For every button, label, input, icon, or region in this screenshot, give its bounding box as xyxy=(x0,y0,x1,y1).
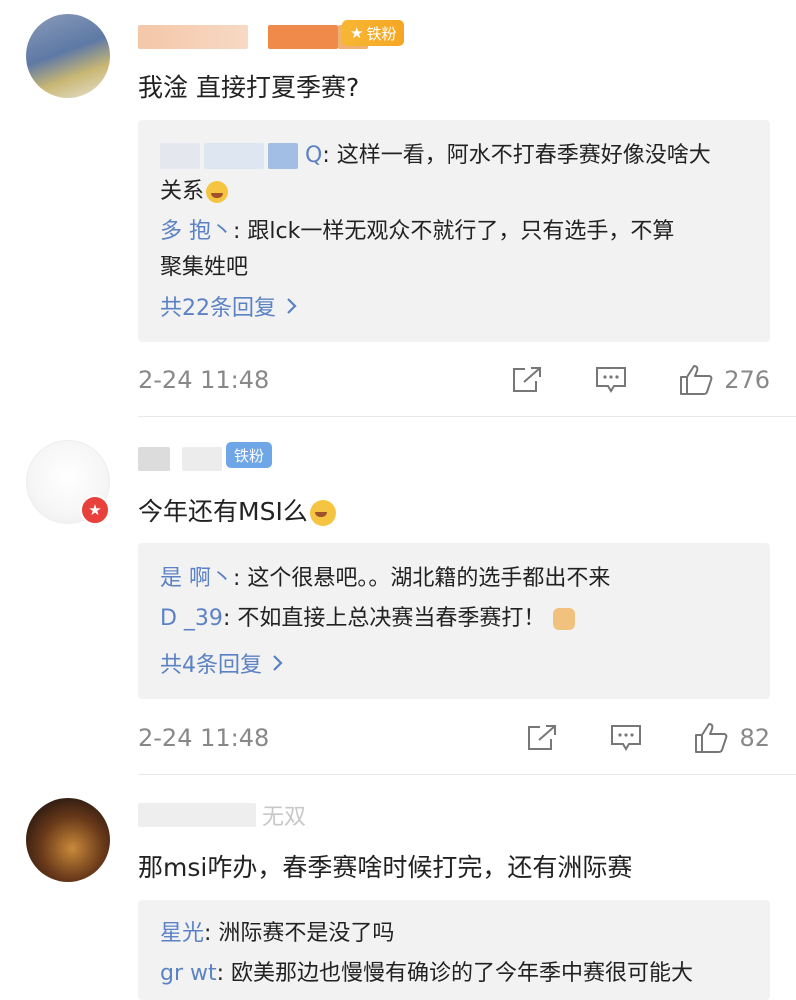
reply-text: 聚集姓吧 xyxy=(160,255,249,280)
avatar[interactable] xyxy=(26,798,110,882)
fan-badge[interactable]: ★ 铁粉 xyxy=(342,20,405,46)
timestamp: 2-24 11:48 xyxy=(138,366,270,394)
username-blur xyxy=(268,25,338,49)
fan-icon: ★ xyxy=(350,24,364,42)
timestamp: 2-24 11:48 xyxy=(138,724,270,752)
laugh-emoji-icon xyxy=(309,500,336,526)
reply-item[interactable]: Q: 这样一看，阿水不打春季赛好像没啥大 关系 xyxy=(160,138,756,210)
username[interactable] xyxy=(138,446,222,472)
chevron-right-icon xyxy=(286,297,298,315)
more-replies-link[interactable]: 共4条回复 xyxy=(160,647,284,679)
reply-text: : 欧美那边也慢慢有确诊的了今年季中赛很可能大 xyxy=(216,961,694,986)
reply-item[interactable]: D _39: 不如直接上总决赛当春季赛打！ xyxy=(160,601,756,637)
reply-text: 关系 xyxy=(160,179,205,204)
reply-username[interactable]: Q xyxy=(305,143,322,168)
comment-icon[interactable] xyxy=(594,365,628,395)
reply-item[interactable]: 多 抱丶: 跟lck一样无观众不就行了，只有选手，不算 聚集姓吧 xyxy=(160,214,756,286)
reply-item[interactable]: 星光: 洲际赛不是没了吗 xyxy=(160,916,756,952)
comment-actions: 82 xyxy=(525,720,770,756)
thumbs-up-icon[interactable] xyxy=(693,721,729,755)
reply-box[interactable]: 星光: 洲际赛不是没了吗 gr wt: 欧美那边也慢慢有确诊的了今年季中赛很可能… xyxy=(138,900,770,1000)
comment-text: 今年还有MSI么 xyxy=(138,492,336,528)
reply-box[interactable]: Q: 这样一看，阿水不打春季赛好像没啥大 关系 多 抱丶: 跟lck一样无观众不… xyxy=(138,120,770,342)
fan-badge[interactable]: 铁粉 xyxy=(226,442,273,468)
reply-username[interactable]: 多 抱丶 xyxy=(160,219,233,244)
username-blur xyxy=(138,447,170,471)
comment-meta: 2-24 11:48 276 xyxy=(138,362,770,398)
like-count: 276 xyxy=(724,366,770,394)
reply-username[interactable]: gr wt xyxy=(160,961,217,986)
like-count: 82 xyxy=(739,724,770,752)
laugh-emoji-icon xyxy=(206,181,229,203)
verified-badge-icon: ★ xyxy=(80,495,110,525)
username-blur xyxy=(138,25,248,49)
reply-box[interactable]: 是 啊丶: 这个很悬吧。。湖北籍的选手都出不来 D _39: 不如直接上总决赛当… xyxy=(138,543,770,699)
share-icon[interactable] xyxy=(510,365,544,395)
reply-item[interactable]: gr wt: 欧美那边也慢慢有确诊的了今年季中赛很可能大 xyxy=(160,956,756,992)
username-blur xyxy=(138,803,256,827)
username[interactable] xyxy=(138,24,368,50)
reply-item[interactable]: 是 啊丶: 这个很悬吧。。湖北籍的选手都出不来 xyxy=(160,561,756,597)
divider xyxy=(138,416,796,417)
reply-username[interactable]: D _39 xyxy=(160,606,223,631)
reply-text: : 跟lck一样无观众不就行了，只有选手，不算 xyxy=(233,219,675,244)
comment-text: 我淦 直接打夏季赛? xyxy=(138,73,360,102)
doge-emoji-icon xyxy=(553,608,576,630)
comment-meta: 2-24 11:48 82 xyxy=(138,720,770,756)
username-blur xyxy=(182,447,222,471)
reply-username[interactable]: 是 啊丶 xyxy=(160,566,233,591)
reply-username[interactable]: 星光 xyxy=(160,921,204,946)
avatar[interactable] xyxy=(26,14,110,98)
divider xyxy=(138,774,796,775)
chevron-right-icon xyxy=(272,654,284,672)
comment-icon[interactable] xyxy=(609,723,643,753)
thumbs-up-icon[interactable] xyxy=(678,363,714,397)
comment-text: 那msi咋办，春季赛啥时候打完，还有洲际赛 xyxy=(138,853,633,882)
reply-text: : 洲际赛不是没了吗 xyxy=(204,921,395,946)
username[interactable]: 无双 xyxy=(138,802,306,830)
reply-text: : 不如直接上总决赛当春季赛打！ xyxy=(222,606,546,631)
share-icon[interactable] xyxy=(525,723,559,753)
comment-actions: 276 xyxy=(510,362,770,398)
reply-text: : 这样一看，阿水不打春季赛好像没啥大 xyxy=(322,143,711,168)
reply-text: : 这个很悬吧。。湖北籍的选手都出不来 xyxy=(233,566,611,591)
more-replies-link[interactable]: 共22条回复 xyxy=(160,290,298,322)
